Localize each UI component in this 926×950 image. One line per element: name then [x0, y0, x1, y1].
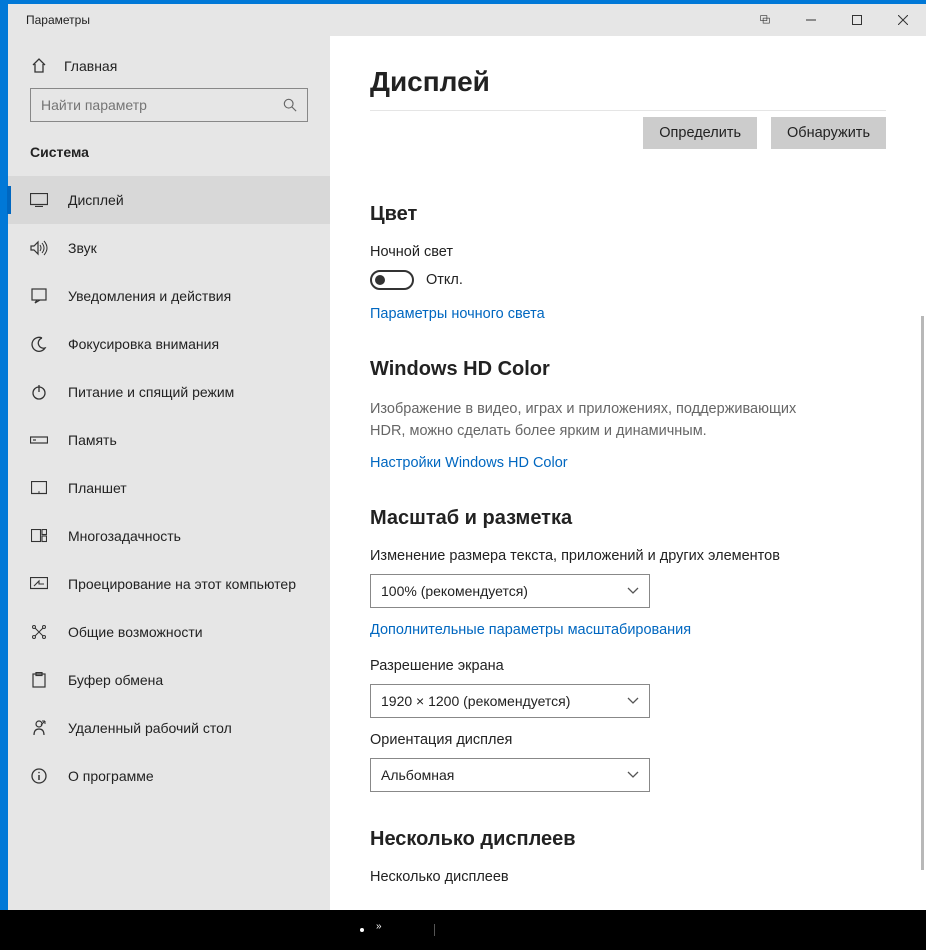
display-icon: [30, 193, 48, 207]
scale-section: Масштаб и разметка Изменение размера тек…: [370, 507, 886, 792]
resolution-value: 1920 × 1200 (рекомендуется): [381, 693, 570, 709]
detect-button[interactable]: Обнаружить: [771, 117, 886, 149]
project-icon[interactable]: [742, 4, 788, 36]
sidebar-item-label: Планшет: [68, 480, 127, 496]
night-light-settings-link[interactable]: Параметры ночного света: [370, 306, 886, 322]
sidebar-item-label: Общие возможности: [68, 624, 203, 640]
orientation-label: Ориентация дисплея: [370, 732, 886, 748]
scale-label: Изменение размера текста, приложений и д…: [370, 548, 886, 564]
taskbar-chevron-icon: »: [376, 921, 382, 932]
scale-select[interactable]: 100% (рекомендуется): [370, 574, 650, 608]
home-button[interactable]: Главная: [8, 48, 330, 88]
hdr-settings-link[interactable]: Настройки Windows HD Color: [370, 455, 886, 471]
sidebar-item-focus[interactable]: Фокусировка внимания: [8, 320, 330, 368]
chevron-down-icon: [627, 771, 639, 779]
taskbar-separator: [434, 924, 435, 936]
chevron-down-icon: [627, 697, 639, 705]
projecting-icon: [30, 577, 48, 591]
sidebar-item-label: Удаленный рабочий стол: [68, 720, 232, 736]
sidebar-item-label: Звук: [68, 240, 97, 256]
sidebar-item-label: Уведомления и действия: [68, 288, 231, 304]
scale-value: 100% (рекомендуется): [381, 583, 528, 599]
scrollbar[interactable]: [921, 316, 924, 870]
chevron-down-icon: [627, 587, 639, 595]
search-icon: [283, 98, 297, 112]
multi-display-section: Несколько дисплеев Несколько дисплеев: [370, 828, 886, 885]
sidebar-item-label: Питание и спящий режим: [68, 384, 234, 400]
page-title: Дисплей: [370, 66, 886, 98]
moon-icon: [30, 336, 48, 352]
content-area: Дисплей Определить Обнаружить Цвет Ночно…: [330, 36, 926, 910]
sidebar-section-title: Система: [8, 140, 330, 176]
sidebar-item-notifications[interactable]: Уведомления и действия: [8, 272, 330, 320]
tablet-icon: [30, 481, 48, 495]
sidebar-item-label: Буфер обмена: [68, 672, 163, 688]
hdr-description: Изображение в видео, играх и приложениях…: [370, 399, 830, 443]
window-title: Параметры: [8, 13, 742, 27]
sidebar-item-tablet[interactable]: Планшет: [8, 464, 330, 512]
sidebar-item-label: Проецирование на этот компьютер: [68, 576, 296, 592]
remote-icon: [30, 720, 48, 736]
color-section: Цвет Ночной свет Откл. Параметры ночного…: [370, 203, 886, 322]
sidebar-item-label: О программе: [68, 768, 154, 784]
sidebar-item-remote[interactable]: Удаленный рабочий стол: [8, 704, 330, 752]
home-label: Главная: [64, 58, 117, 74]
night-light-toggle[interactable]: [370, 270, 414, 290]
resolution-label: Разрешение экрана: [370, 658, 886, 674]
sidebar-item-multitask[interactable]: Многозадачность: [8, 512, 330, 560]
minimize-button[interactable]: [788, 4, 834, 36]
multitask-icon: [30, 529, 48, 543]
sidebar-item-display[interactable]: Дисплей: [8, 176, 330, 224]
sidebar-item-label: Многозадачность: [68, 528, 181, 544]
sidebar-item-label: Дисплей: [68, 192, 124, 208]
maximize-button[interactable]: [834, 4, 880, 36]
sound-icon: [30, 240, 48, 256]
multi-label: Несколько дисплеев: [370, 869, 886, 885]
info-icon: [30, 768, 48, 784]
clipboard-icon: [30, 672, 48, 688]
identify-button[interactable]: Определить: [643, 117, 757, 149]
sidebar-nav: Дисплей Звук Уведомления и действия Фоку…: [8, 176, 330, 910]
shared-icon: [30, 624, 48, 640]
sidebar: Главная Система Дисплей: [8, 36, 330, 910]
sidebar-item-sound[interactable]: Звук: [8, 224, 330, 272]
taskbar-dot: [360, 928, 364, 932]
section-heading-scale: Масштаб и разметка: [370, 507, 886, 530]
sidebar-item-storage[interactable]: Память: [8, 416, 330, 464]
home-icon: [30, 58, 48, 74]
storage-icon: [30, 435, 48, 445]
close-button[interactable]: [880, 4, 926, 36]
orientation-select[interactable]: Альбомная: [370, 758, 650, 792]
hdr-section: Windows HD Color Изображение в видео, иг…: [370, 358, 886, 471]
divider: [370, 110, 886, 111]
titlebar: Параметры: [8, 4, 926, 36]
sidebar-item-clipboard[interactable]: Буфер обмена: [8, 656, 330, 704]
advanced-scaling-link[interactable]: Дополнительные параметры масштабирования: [370, 622, 886, 638]
sidebar-item-about[interactable]: О программе: [8, 752, 330, 800]
section-heading-hdr: Windows HD Color: [370, 358, 886, 381]
settings-window: Параметры: [0, 0, 926, 910]
sidebar-item-power[interactable]: Питание и спящий режим: [8, 368, 330, 416]
sidebar-item-label: Память: [68, 432, 117, 448]
sidebar-item-shared[interactable]: Общие возможности: [8, 608, 330, 656]
section-heading-color: Цвет: [370, 203, 886, 226]
resolution-select[interactable]: 1920 × 1200 (рекомендуется): [370, 684, 650, 718]
window-controls: [742, 4, 926, 36]
section-heading-multi: Несколько дисплеев: [370, 828, 886, 851]
power-icon: [30, 384, 48, 400]
notifications-icon: [30, 288, 48, 304]
search-field[interactable]: [41, 97, 283, 113]
sidebar-item-label: Фокусировка внимания: [68, 336, 219, 352]
search-input[interactable]: [30, 88, 308, 122]
orientation-value: Альбомная: [381, 767, 454, 783]
sidebar-item-projecting[interactable]: Проецирование на этот компьютер: [8, 560, 330, 608]
night-light-label: Ночной свет: [370, 244, 886, 260]
toggle-state: Откл.: [426, 272, 463, 288]
taskbar[interactable]: »: [0, 910, 926, 950]
